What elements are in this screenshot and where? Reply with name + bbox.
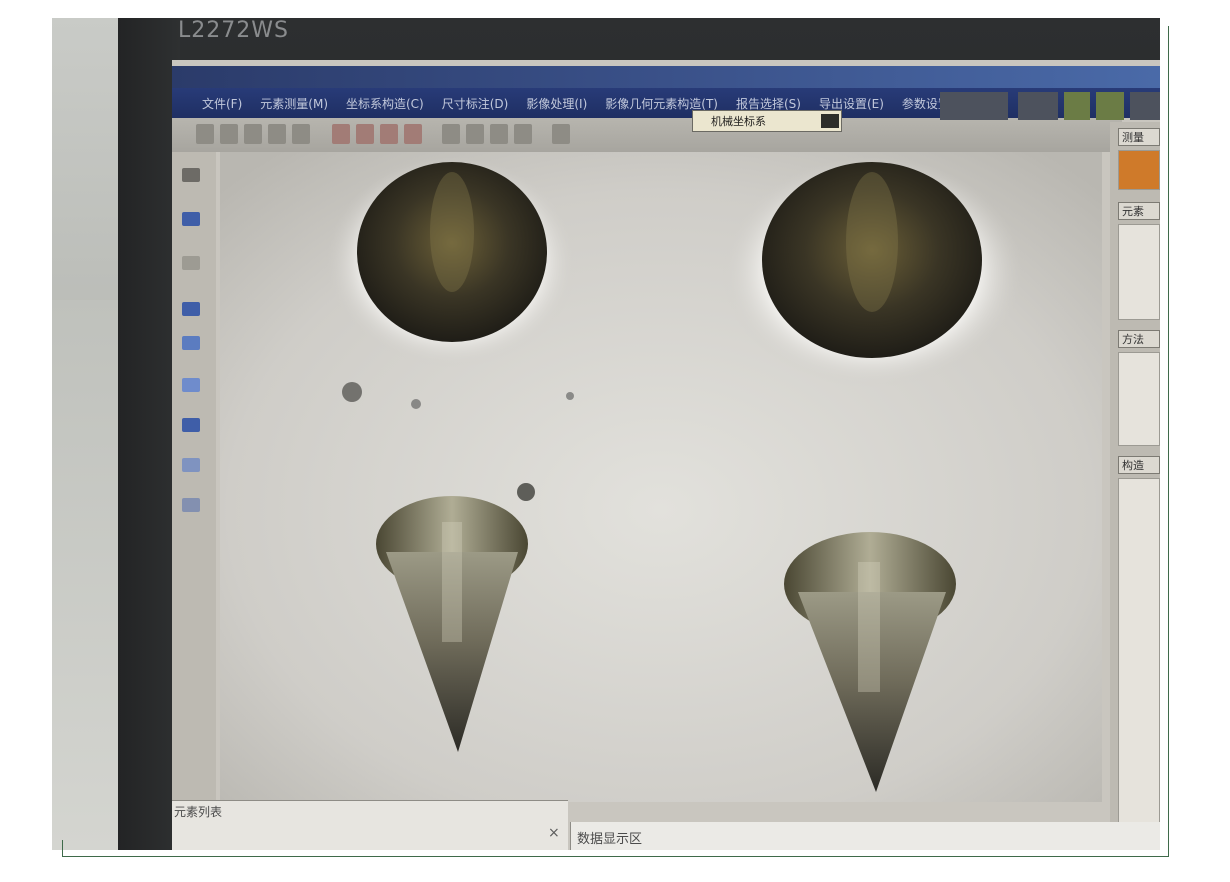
tool-point-button[interactable] xyxy=(514,124,532,144)
screen: 文件(F) 元素测量(M) 坐标系构造(C) 尺寸标注(D) 影像处理(I) 影… xyxy=(172,60,1160,850)
tool-zoom-out-button[interactable] xyxy=(380,124,398,144)
window-titlebar[interactable] xyxy=(172,66,1160,88)
tab-method[interactable]: 方法 xyxy=(1118,330,1160,348)
menu-item-file[interactable]: 文件(F) xyxy=(202,95,242,112)
tool-save-as-button[interactable] xyxy=(244,124,262,144)
menu-item-export[interactable]: 导出设置(E) xyxy=(819,95,884,112)
camera-view[interactable] xyxy=(220,152,1102,802)
construct-tool-box[interactable] xyxy=(1118,478,1160,850)
right-panel: 测量 元素 方法 构造 xyxy=(1110,122,1160,850)
element-list-panel: 元素列表 × xyxy=(172,800,568,850)
menu-item-image-process[interactable]: 影像处理(I) xyxy=(526,95,587,112)
menu-item-coordinate[interactable]: 坐标系构造(C) xyxy=(346,95,424,112)
tool-select-icon[interactable] xyxy=(182,168,200,182)
camera-image xyxy=(220,152,1102,802)
close-icon[interactable]: × xyxy=(548,825,560,841)
background-wall-shadow xyxy=(52,300,118,850)
monitor-bezel-left xyxy=(118,18,180,850)
tool-lock-button[interactable] xyxy=(552,124,570,144)
chevron-down-icon[interactable] xyxy=(821,114,839,128)
tool-fit-button[interactable] xyxy=(404,124,422,144)
data-display-panel: 数据显示区 xyxy=(570,822,1160,850)
left-tool-strip xyxy=(172,152,216,812)
tab-construct[interactable]: 构造 xyxy=(1118,456,1160,474)
tool-angle-icon[interactable] xyxy=(182,418,200,432)
tool-save-button[interactable] xyxy=(220,124,238,144)
tool-open-button[interactable] xyxy=(196,124,214,144)
menu-item-geometry[interactable]: 影像几何元素构造(T) xyxy=(605,95,718,112)
toolbar xyxy=(172,118,1122,152)
tool-capture-button[interactable] xyxy=(332,124,350,144)
tool-grid-icon[interactable] xyxy=(182,458,200,472)
element-tool-box[interactable] xyxy=(1118,224,1160,320)
tool-lock-icon[interactable] xyxy=(182,212,200,226)
tool-distance-button[interactable] xyxy=(490,124,508,144)
tab-element[interactable]: 元素 xyxy=(1118,202,1160,220)
menu-item-report[interactable]: 报告选择(S) xyxy=(736,95,801,112)
menu-item-element-measure[interactable]: 元素测量(M) xyxy=(260,95,328,112)
light-button[interactable] xyxy=(1064,92,1090,120)
menu-item-dimension[interactable]: 尺寸标注(D) xyxy=(442,95,509,112)
method-tool-box[interactable] xyxy=(1118,352,1160,446)
right-toolbar xyxy=(940,92,1160,122)
undo-redo-buttons[interactable] xyxy=(940,92,1008,120)
coordinate-system-select[interactable]: 机械坐标系 xyxy=(692,110,842,132)
tool-settings-button[interactable] xyxy=(292,124,310,144)
element-list-title: 元素列表 xyxy=(174,805,223,819)
tool-print-button[interactable] xyxy=(268,124,286,144)
camera-button[interactable] xyxy=(1096,92,1124,120)
tool-angle-button[interactable] xyxy=(466,124,484,144)
tool-distance-icon[interactable] xyxy=(182,378,200,392)
frame-line xyxy=(62,856,1169,857)
tool-line-icon[interactable] xyxy=(182,336,200,350)
measure-tool-button[interactable] xyxy=(1118,150,1160,190)
frame-line xyxy=(62,840,63,857)
tab-measure[interactable]: 测量 xyxy=(1118,128,1160,146)
monitor-model-label: L2272WS xyxy=(178,18,289,43)
coordinate-system-value: 机械坐标系 xyxy=(711,115,766,128)
tool-table-icon[interactable] xyxy=(182,498,200,512)
view-toggle-button[interactable] xyxy=(1018,92,1058,120)
extra-tool-button[interactable] xyxy=(1130,92,1160,120)
tool-zoom-in-button[interactable] xyxy=(356,124,374,144)
tool-triangle-icon[interactable] xyxy=(182,302,200,316)
tool-rect-icon[interactable] xyxy=(182,256,200,270)
data-display-title: 数据显示区 xyxy=(577,832,643,847)
tool-measure-button[interactable] xyxy=(442,124,460,144)
frame-line xyxy=(1168,26,1169,856)
